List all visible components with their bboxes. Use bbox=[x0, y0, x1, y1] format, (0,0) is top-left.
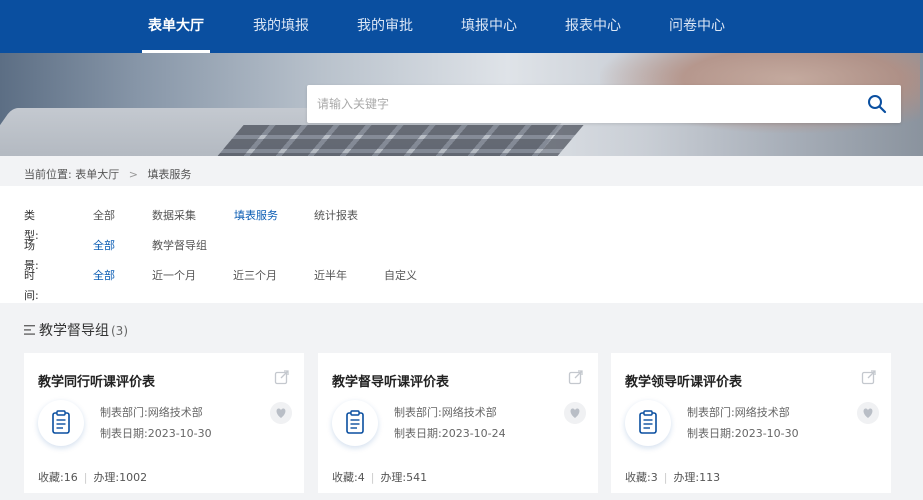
favorites-label: 收藏: bbox=[332, 471, 358, 484]
share-icon[interactable] bbox=[568, 369, 584, 385]
heart-icon[interactable] bbox=[857, 402, 879, 424]
search-box bbox=[307, 85, 901, 123]
form-card[interactable]: 教学督导听课评价表 制表部门:网络技术部 制表日期:2023-10-24 收藏:… bbox=[318, 353, 598, 493]
favorites-count: 3 bbox=[650, 471, 658, 484]
handled-count: 1002 bbox=[119, 471, 148, 484]
filter-type-fill-service[interactable]: 填表服务 bbox=[234, 206, 278, 226]
section-title: 教学督导组 (3) bbox=[24, 320, 128, 340]
list-icon bbox=[24, 325, 35, 335]
section-title-text: 教学督导组 bbox=[39, 323, 109, 339]
share-icon[interactable] bbox=[274, 369, 290, 385]
share-icon[interactable] bbox=[861, 369, 877, 385]
filter-scene-supervision[interactable]: 教学督导组 bbox=[152, 236, 207, 256]
card-department: 制表部门:网络技术部 bbox=[100, 404, 203, 420]
department-value: 网络技术部 bbox=[441, 406, 497, 419]
card-footer: 收藏:3 | 办理:113 bbox=[625, 469, 720, 485]
date-value: 2023-10-30 bbox=[734, 427, 799, 440]
breadcrumb: 当前位置: 表单大厅 > 填表服务 bbox=[24, 166, 191, 182]
nav-item-report-center[interactable]: 报表中心 bbox=[559, 0, 627, 53]
nav-item-survey-center[interactable]: 问卷中心 bbox=[663, 0, 731, 53]
department-label: 制表部门: bbox=[394, 406, 442, 419]
favorites-count: 16 bbox=[63, 471, 78, 484]
favorites-label: 收藏: bbox=[625, 471, 651, 484]
filter-time-3-months[interactable]: 近三个月 bbox=[233, 266, 277, 286]
date-label: 制表日期: bbox=[100, 427, 148, 440]
breadcrumb-item-fill-service: 填表服务 bbox=[147, 168, 192, 181]
department-label: 制表部门: bbox=[100, 406, 148, 419]
document-icon-container bbox=[332, 400, 378, 446]
filter-time-1-month[interactable]: 近一个月 bbox=[152, 266, 196, 286]
handled-label: 办理: bbox=[380, 471, 407, 484]
handled-count: 541 bbox=[406, 471, 428, 484]
card-title[interactable]: 教学领导听课评价表 bbox=[625, 371, 742, 390]
card-date: 制表日期:2023-10-24 bbox=[394, 425, 506, 441]
card-title[interactable]: 教学督导听课评价表 bbox=[332, 371, 449, 390]
favorites-count: 4 bbox=[357, 471, 365, 484]
department-label: 制表部门: bbox=[687, 406, 735, 419]
date-label: 制表日期: bbox=[687, 427, 735, 440]
divider: | bbox=[83, 471, 88, 484]
section-count: (3) bbox=[111, 324, 128, 338]
filter-label-time: 时间: bbox=[24, 269, 39, 302]
breadcrumb-item-form-hall[interactable]: 表单大厅 bbox=[75, 168, 119, 181]
form-card[interactable]: 教学领导听课评价表 制表部门:网络技术部 制表日期:2023-10-30 收藏:… bbox=[611, 353, 891, 493]
filter-type-statistics[interactable]: 统计报表 bbox=[314, 206, 358, 226]
filter-time-custom[interactable]: 自定义 bbox=[384, 266, 417, 286]
clipboard-icon bbox=[346, 410, 364, 434]
filter-panel: 类型: 全部 数据采集 填表服务 统计报表 场景: 全部 教学督导组 时间: 全… bbox=[0, 186, 923, 303]
card-title[interactable]: 教学同行听课评价表 bbox=[38, 371, 155, 390]
hero-banner bbox=[0, 53, 923, 156]
filter-scene-all[interactable]: 全部 bbox=[93, 236, 115, 256]
favorites-label: 收藏: bbox=[38, 471, 64, 484]
date-value: 2023-10-30 bbox=[147, 427, 212, 440]
filter-time-half-year[interactable]: 近半年 bbox=[314, 266, 347, 286]
heart-icon[interactable] bbox=[564, 402, 586, 424]
breadcrumb-prefix: 当前位置: bbox=[24, 168, 72, 181]
heart-icon[interactable] bbox=[270, 402, 292, 424]
form-card[interactable]: 教学同行听课评价表 制表部门:网络技术部 制表日期:2023-10-30 收藏:… bbox=[24, 353, 304, 493]
search-input[interactable] bbox=[307, 85, 847, 123]
document-icon-container bbox=[625, 400, 671, 446]
card-footer: 收藏:4 | 办理:541 bbox=[332, 469, 427, 485]
nav-item-my-approvals[interactable]: 我的审批 bbox=[351, 0, 419, 53]
nav-item-my-submissions[interactable]: 我的填报 bbox=[247, 0, 315, 53]
nav-item-form-hall[interactable]: 表单大厅 bbox=[142, 0, 210, 53]
filter-time-all[interactable]: 全部 bbox=[93, 266, 115, 286]
card-department: 制表部门:网络技术部 bbox=[687, 404, 790, 420]
handled-label: 办理: bbox=[93, 471, 120, 484]
clipboard-icon bbox=[52, 410, 70, 434]
handled-count: 113 bbox=[699, 471, 721, 484]
search-icon[interactable] bbox=[867, 94, 887, 114]
document-icon-container bbox=[38, 400, 84, 446]
card-date: 制表日期:2023-10-30 bbox=[687, 425, 799, 441]
nav-item-fill-center[interactable]: 填报中心 bbox=[455, 0, 523, 53]
card-date: 制表日期:2023-10-30 bbox=[100, 425, 212, 441]
filter-type-all[interactable]: 全部 bbox=[93, 206, 115, 226]
clipboard-icon bbox=[639, 410, 657, 434]
filter-type-data-collection[interactable]: 数据采集 bbox=[152, 206, 196, 226]
divider: | bbox=[370, 471, 375, 484]
divider: | bbox=[663, 471, 668, 484]
handled-label: 办理: bbox=[673, 471, 700, 484]
card-department: 制表部门:网络技术部 bbox=[394, 404, 497, 420]
department-value: 网络技术部 bbox=[734, 406, 790, 419]
department-value: 网络技术部 bbox=[147, 406, 203, 419]
top-nav: 表单大厅 我的填报 我的审批 填报中心 报表中心 问卷中心 bbox=[0, 0, 923, 53]
date-value: 2023-10-24 bbox=[441, 427, 506, 440]
card-footer: 收藏:16 | 办理:1002 bbox=[38, 469, 147, 485]
breadcrumb-separator: > bbox=[128, 168, 138, 181]
date-label: 制表日期: bbox=[394, 427, 442, 440]
